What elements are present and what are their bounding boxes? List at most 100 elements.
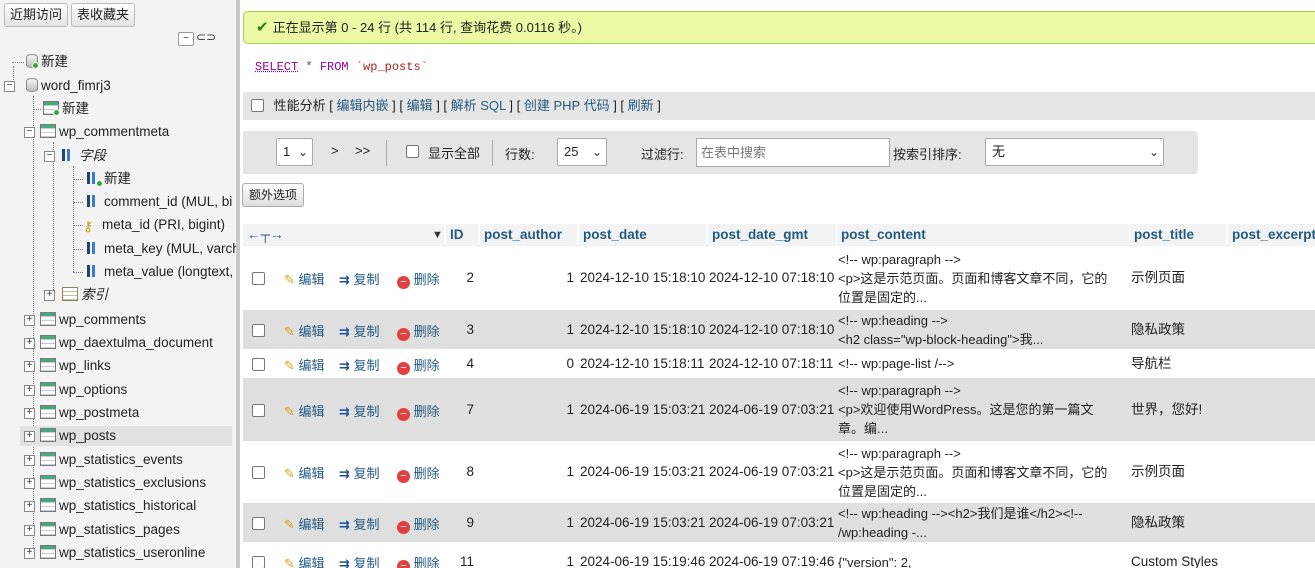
row-checkbox[interactable]: [252, 516, 265, 531]
cell-post-date[interactable]: 2024-06-19 15:03:21: [580, 400, 705, 419]
cell-post-date-gmt[interactable]: 2024-06-19 07:03:21: [709, 513, 834, 532]
cell-id[interactable]: 11: [446, 552, 474, 568]
column-header-post-author[interactable]: post_author: [480, 224, 577, 246]
tree-table-item[interactable]: + wp_links: [24, 356, 111, 376]
cell-post-content[interactable]: <!-- wp:heading --><h2>我们是谁</h2><!--/wp:…: [838, 504, 1083, 542]
show-all-checkbox[interactable]: [406, 144, 419, 159]
cell-post-content[interactable]: <!-- wp:page-list /-->: [838, 354, 954, 373]
delete-row-button[interactable]: − 删除: [397, 553, 440, 568]
cell-post-title[interactable]: 隐私政策: [1131, 320, 1185, 339]
row-checkbox[interactable]: [252, 323, 265, 338]
tree-column[interactable]: meta_value (longtext,: [73, 262, 233, 282]
cell-post-date-gmt[interactable]: 2024-06-19 07:19:46: [709, 552, 834, 568]
copy-row-button[interactable]: ⇉ 复制: [339, 463, 380, 482]
expand-icon[interactable]: +: [24, 408, 35, 419]
tree-table-item[interactable]: + wp_statistics_pages: [24, 520, 180, 540]
cell-post-author[interactable]: 1: [480, 552, 574, 568]
column-resize-arrows[interactable]: ←┬→: [243, 224, 444, 246]
cell-post-title[interactable]: Custom Styles: [1131, 552, 1218, 568]
extra-options-button[interactable]: 额外选项: [242, 183, 305, 207]
column-header-post-excerpt[interactable]: post_excerpt: [1228, 224, 1315, 246]
cell-post-content[interactable]: <!-- wp:paragraph --> <p>这是示范页面。页面和博客文章不同…: [838, 444, 1107, 501]
cell-post-date-gmt[interactable]: 2024-12-10 07:18:11: [709, 354, 833, 373]
collapse-icon[interactable]: −: [44, 151, 55, 162]
create-php-link[interactable]: 创建 PHP 代码: [524, 98, 610, 113]
row-checkbox[interactable]: [252, 357, 265, 372]
cell-id[interactable]: 2: [446, 268, 474, 287]
copy-row-button[interactable]: ⇉ 复制: [339, 321, 380, 340]
cell-post-content[interactable]: {"version": 2,: [838, 553, 912, 568]
tree-table-item[interactable]: + wp_statistics_exclusions: [24, 473, 206, 493]
expand-icon[interactable]: +: [24, 548, 35, 559]
tree-indexes[interactable]: + 索引: [44, 285, 108, 305]
cell-post-author[interactable]: 1: [480, 513, 574, 532]
inline-edit-link[interactable]: 编辑内嵌: [336, 98, 388, 113]
expand-icon[interactable]: +: [44, 290, 55, 301]
tree-column[interactable]: meta_key (MUL, varch: [73, 239, 236, 259]
tree-table-item[interactable]: + wp_statistics_historical: [24, 496, 196, 516]
tree-table-item[interactable]: + wp_statistics_events: [24, 450, 183, 470]
cell-post-date-gmt[interactable]: 2024-12-10 07:18:10: [709, 268, 834, 287]
cell-post-author[interactable]: 1: [480, 268, 574, 287]
rows-select[interactable]: 25 ⌄: [557, 138, 607, 166]
tree-new-column[interactable]: 新建: [73, 169, 131, 189]
tree-table-commentmeta[interactable]: − wp_commentmeta: [24, 122, 169, 142]
cell-post-title[interactable]: 示例页面: [1131, 268, 1185, 287]
tree-table-item[interactable]: + wp_posts: [20, 426, 232, 446]
copy-row-button[interactable]: ⇉ 复制: [339, 269, 380, 288]
cell-id[interactable]: 4: [446, 354, 474, 373]
tree-new-database[interactable]: 新建: [10, 52, 68, 72]
delete-row-button[interactable]: − 删除: [397, 463, 440, 483]
cell-post-date[interactable]: 2024-06-19 15:03:21: [580, 513, 705, 532]
expand-icon[interactable]: +: [24, 315, 35, 326]
edit-row-button[interactable]: ✎ 编辑: [284, 355, 325, 374]
cell-post-author[interactable]: 1: [480, 320, 574, 339]
row-checkbox[interactable]: [252, 403, 265, 418]
cell-post-date-gmt[interactable]: 2024-06-19 07:03:21: [709, 400, 834, 419]
cell-post-title[interactable]: 导航栏: [1131, 354, 1172, 373]
page-select[interactable]: 1 ⌄: [276, 138, 313, 166]
cell-post-date[interactable]: 2024-06-19 15:03:21: [580, 462, 705, 481]
tree-fields[interactable]: − 字段: [44, 146, 106, 166]
cell-post-date[interactable]: 2024-12-10 15:18:11: [580, 354, 704, 373]
delete-row-button[interactable]: − 删除: [397, 355, 440, 375]
expand-icon[interactable]: +: [24, 478, 35, 489]
sort-select[interactable]: 无 ⌄: [985, 138, 1164, 166]
cell-post-author[interactable]: 1: [480, 400, 574, 419]
copy-row-button[interactable]: ⇉ 复制: [339, 401, 380, 420]
cell-post-author[interactable]: 0: [480, 354, 574, 373]
column-header-post-title[interactable]: post_title: [1130, 224, 1226, 246]
expand-icon[interactable]: +: [24, 431, 35, 442]
cell-post-title[interactable]: 隐私政策: [1131, 513, 1185, 532]
cell-post-date-gmt[interactable]: 2024-06-19 07:03:21: [709, 462, 834, 481]
column-header-post-date[interactable]: post_date: [579, 224, 706, 246]
delete-row-button[interactable]: − 删除: [397, 401, 440, 421]
copy-row-button[interactable]: ⇉ 复制: [339, 355, 380, 374]
cell-post-content[interactable]: <!-- wp:paragraph --> <p>欢迎使用WordPress。这是…: [838, 381, 1093, 438]
row-checkbox[interactable]: [252, 465, 265, 480]
edit-row-button[interactable]: ✎ 编辑: [284, 514, 325, 533]
edit-row-button[interactable]: ✎ 编辑: [284, 463, 325, 482]
column-header-post-content[interactable]: post_content: [837, 224, 1129, 246]
expand-icon[interactable]: +: [24, 525, 35, 536]
tree-table-item[interactable]: + wp_comments: [24, 310, 146, 330]
sort-dropdown-icon[interactable]: ▼: [428, 224, 444, 246]
expand-icon[interactable]: +: [24, 338, 35, 349]
expand-icon[interactable]: +: [24, 385, 35, 396]
column-header-post-date-gmt[interactable]: post_date_gmt: [708, 224, 836, 246]
column-header-id[interactable]: ID: [446, 224, 478, 246]
copy-row-button[interactable]: ⇉ 复制: [339, 514, 380, 533]
tree-table-item[interactable]: + wp_options: [24, 380, 127, 400]
cell-id[interactable]: 8: [446, 462, 474, 481]
collapse-icon[interactable]: −: [24, 127, 35, 138]
delete-row-button[interactable]: − 删除: [397, 269, 440, 289]
tree-new-table[interactable]: 新建: [33, 99, 89, 119]
sql-query[interactable]: SELECT * FROM `wp_posts`: [255, 60, 428, 74]
recent-button[interactable]: 近期访问: [4, 3, 69, 27]
row-checkbox[interactable]: [252, 555, 265, 568]
cell-post-title[interactable]: 世界，您好!: [1131, 400, 1202, 419]
next-page-button[interactable]: >: [331, 143, 339, 158]
tree-table-item[interactable]: + wp_statistics_useronline: [24, 543, 205, 563]
row-checkbox[interactable]: [252, 271, 265, 286]
edit-row-button[interactable]: ✎ 编辑: [284, 553, 325, 568]
